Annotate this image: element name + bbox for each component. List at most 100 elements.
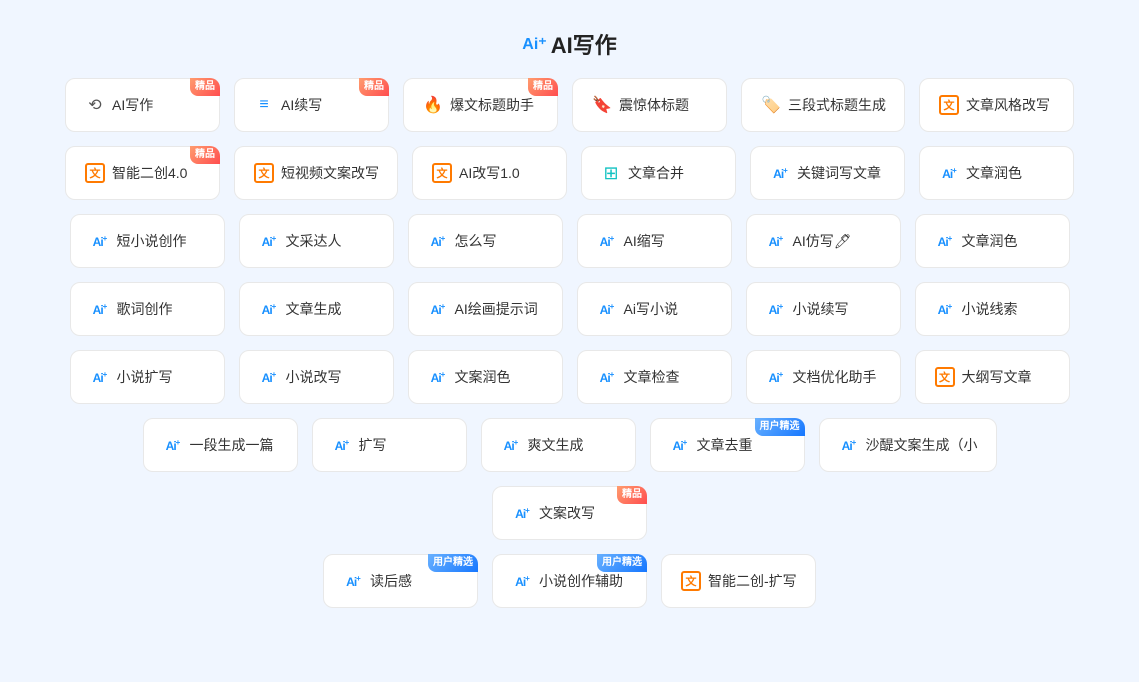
label-ai-write: AI写作 xyxy=(112,95,153,115)
label-ai-continue: AI续写 xyxy=(281,95,322,115)
icon-ai-shorten: Ai+ xyxy=(596,230,618,252)
card-article-dedup[interactable]: 用户精选Ai+文章去重 xyxy=(650,418,805,472)
icon-three-title: 🏷️ xyxy=(760,94,782,116)
grid-row-1: 精品文智能二创4.0文短视频文案改写文AI改写1.0⊞文章合并Ai+关键词写文章… xyxy=(60,146,1079,200)
icon-ai-continue: ≡ xyxy=(253,94,275,116)
label-expand-write: 扩写 xyxy=(359,435,387,455)
card-copy-polish[interactable]: Ai+文案润色 xyxy=(408,350,563,404)
page-title: Ai⁺ AI写作 xyxy=(0,0,1139,78)
icon-爽文-gen: Ai+ xyxy=(500,434,522,456)
icon-how-write: Ai+ xyxy=(427,230,449,252)
card-explosive-title[interactable]: 精品🔥爆文标题助手 xyxy=(403,78,558,132)
card-article-polish2[interactable]: Ai+文章润色 xyxy=(915,214,1070,268)
card-novel-expand[interactable]: Ai+ 小说扩写 xyxy=(70,350,225,404)
label-one-paragraph: 一段生成一篇 xyxy=(190,435,274,455)
card-copy-rewrite[interactable]: 精品Ai+文案改写 xyxy=(492,486,647,540)
card-ai-draw-prompt[interactable]: Ai+ AI绘画提示词 xyxy=(408,282,563,336)
card-article-merge[interactable]: ⊞ 文章合并 xyxy=(581,146,736,200)
label-ai-draw-prompt: AI绘画提示词 xyxy=(455,299,538,319)
icon-keyword-article: Ai+ xyxy=(769,162,791,184)
icon-doc-optimize: Ai+ xyxy=(765,366,787,388)
icon-article-merge: ⊞ xyxy=(600,162,622,184)
title-ai-icon: Ai⁺ xyxy=(522,34,546,54)
label-novel-expand: 小说扩写 xyxy=(117,367,173,387)
card-read-feeling[interactable]: 用户精选Ai+读后感 xyxy=(323,554,478,608)
label-smart-create: 智能二创4.0 xyxy=(112,163,187,183)
icon-novel-expand: Ai+ xyxy=(89,366,111,388)
icon-ai-imitate: Ai+ xyxy=(765,230,787,252)
card-ai-imitate[interactable]: Ai+AI仿写🖊 xyxy=(746,214,901,268)
label-shock-title: 震惊体标题 xyxy=(619,95,689,115)
label-keyword-article: 关键词写文章 xyxy=(797,163,881,183)
card-outline-article[interactable]: 文大纲写文章 xyxy=(915,350,1070,404)
label-copy-polish: 文案润色 xyxy=(455,367,511,387)
card-novel-clues[interactable]: Ai+小说线索 xyxy=(915,282,1070,336)
card-article-check[interactable]: Ai+文章检查 xyxy=(577,350,732,404)
card-ai-shorten[interactable]: Ai+AI缩写 xyxy=(577,214,732,268)
card-one-paragraph[interactable]: Ai+一段生成一篇 xyxy=(143,418,298,472)
icon-explosive-title: 🔥 xyxy=(422,94,444,116)
card-smart-create2[interactable]: 文智能二创-扩写 xyxy=(661,554,816,608)
label-doc-optimize: 文档优化助手 xyxy=(793,367,877,387)
card-doc-optimize[interactable]: Ai+ 文档优化助手 xyxy=(746,350,901,404)
label-smart-create2: 智能二创-扩写 xyxy=(708,571,797,591)
badge-copy-rewrite: 精品 xyxy=(617,486,647,504)
card-sha-li-copy[interactable]: Ai+ 沙醍文案生成（小 xyxy=(819,418,997,472)
card-lyric-create[interactable]: Ai+歌词创作 xyxy=(70,282,225,336)
card-ai-continue[interactable]: 精品 ≡ AI续写 xyxy=(234,78,389,132)
icon-smart-create: 文 xyxy=(84,162,106,184)
label-article-style: 文章风格改写 xyxy=(966,95,1050,115)
icon-ai-write-novel: Ai+ xyxy=(596,298,618,320)
icon-lyric-create: Ai+ xyxy=(89,298,111,320)
card-keyword-article[interactable]: Ai+ 关键词写文章 xyxy=(750,146,905,200)
icon-copy-rewrite: Ai+ xyxy=(511,502,533,524)
icon-ai-write: ⟲ xyxy=(84,94,106,116)
icon-read-feeling: Ai+ xyxy=(342,570,364,592)
card-novel-continue[interactable]: Ai+小说续写 xyxy=(746,282,901,336)
grid-row-3: Ai+歌词创作Ai+文章生成Ai+AI绘画提示词Ai+Ai写小说Ai+小说续写A… xyxy=(60,282,1079,336)
card-article-gen[interactable]: Ai+文章生成 xyxy=(239,282,394,336)
card-爽文-gen[interactable]: Ai+爽文生成 xyxy=(481,418,636,472)
label-article-gen: 文章生成 xyxy=(286,299,342,319)
card-ai-write[interactable]: 精品⟲AI写作 xyxy=(65,78,220,132)
label-novel-clues: 小说线索 xyxy=(962,299,1018,319)
label-wen-cai: 文采达人 xyxy=(286,231,342,251)
icon-novel-assist: Ai+ xyxy=(511,570,533,592)
grid-row-0: 精品⟲AI写作精品≡AI续写精品🔥爆文标题助手🔖震惊体标题🏷️三段式标题生成文文… xyxy=(60,78,1079,132)
icon-article-polish1: Ai+ xyxy=(938,162,960,184)
label-sha-li-copy: 沙醍文案生成（小 xyxy=(866,435,978,455)
badge-read-feeling: 用户精选 xyxy=(428,554,478,572)
icon-novel-rewrite: Ai+ xyxy=(258,366,280,388)
label-article-merge: 文章合并 xyxy=(628,163,684,183)
label-novel-continue: 小说续写 xyxy=(793,299,849,319)
badge-novel-assist: 用户精选 xyxy=(597,554,647,572)
card-novel-rewrite[interactable]: Ai+小说改写 xyxy=(239,350,394,404)
card-ai-rewrite[interactable]: 文AI改写1.0 xyxy=(412,146,567,200)
label-ai-write-novel: Ai写小说 xyxy=(624,299,678,319)
icon-article-polish2: Ai+ xyxy=(934,230,956,252)
icon-outline-article: 文 xyxy=(934,366,956,388)
icon-sha-li-copy: Ai+ xyxy=(838,434,860,456)
card-article-style[interactable]: 文文章风格改写 xyxy=(919,78,1074,132)
card-short-video[interactable]: 文短视频文案改写 xyxy=(234,146,398,200)
card-short-novel[interactable]: Ai+短小说创作 xyxy=(70,214,225,268)
card-how-write[interactable]: Ai+怎么写 xyxy=(408,214,563,268)
label-short-novel: 短小说创作 xyxy=(117,231,187,251)
card-smart-create[interactable]: 精品文智能二创4.0 xyxy=(65,146,220,200)
card-article-polish1[interactable]: Ai+文章润色 xyxy=(919,146,1074,200)
icon-short-video: 文 xyxy=(253,162,275,184)
badge-smart-create: 精品 xyxy=(190,146,220,164)
badge-explosive-title: 精品 xyxy=(528,78,558,96)
icon-expand-write: Ai+ xyxy=(331,434,353,456)
card-expand-write[interactable]: Ai+ 扩写 xyxy=(312,418,467,472)
badge-ai-continue: 精品 xyxy=(359,78,389,96)
card-three-title[interactable]: 🏷️三段式标题生成 xyxy=(741,78,905,132)
card-wen-cai[interactable]: Ai+文采达人 xyxy=(239,214,394,268)
card-novel-assist[interactable]: 用户精选Ai+小说创作辅助 xyxy=(492,554,647,608)
icon-ai-draw-prompt: Ai+ xyxy=(427,298,449,320)
grid-row-2: Ai+短小说创作Ai+文采达人Ai+怎么写Ai+AI缩写Ai+AI仿写🖊Ai+文… xyxy=(60,214,1079,268)
card-shock-title[interactable]: 🔖震惊体标题 xyxy=(572,78,727,132)
card-ai-write-novel[interactable]: Ai+ Ai写小说 xyxy=(577,282,732,336)
label-short-video: 短视频文案改写 xyxy=(281,163,379,183)
title-text: AI写作 xyxy=(551,28,617,60)
